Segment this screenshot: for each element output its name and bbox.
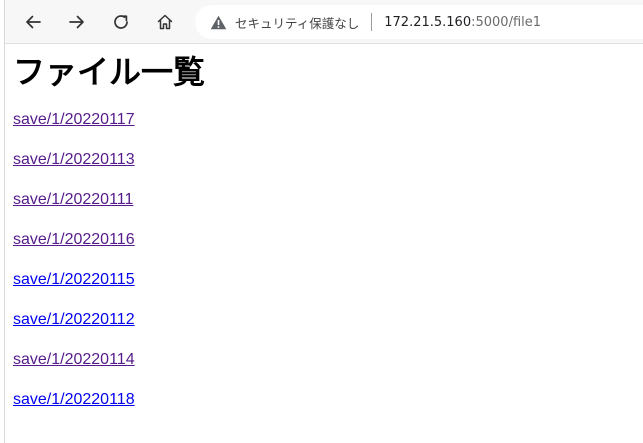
forward-icon — [69, 15, 84, 29]
file-link[interactable]: save/1/20220113 — [13, 152, 643, 192]
warning-icon[interactable] — [209, 13, 227, 31]
reload-icon — [114, 15, 128, 29]
background-window-edge — [0, 0, 5, 443]
forward-button[interactable] — [61, 6, 93, 38]
file-list: save/1/20220117 save/1/20220113 save/1/202… — [13, 112, 643, 432]
back-button[interactable] — [17, 6, 49, 38]
home-button[interactable] — [149, 6, 181, 38]
page-content: ファイル一覧 save/1/20220117 save/1/20220113 sav… — [13, 44, 643, 432]
file-link[interactable]: save/1/20220112 — [13, 312, 643, 352]
page-title: ファイル一覧 — [13, 53, 206, 91]
file-link[interactable]: save/1/20220117 — [13, 112, 643, 152]
reload-button[interactable] — [105, 6, 137, 38]
address-bar[interactable]: セキュリティ保護なし 172.21.5.160:5000/file1 — [195, 5, 643, 39]
browser-window: セキュリティ保護なし 172.21.5.160:5000/file1 ファイル一… — [0, 0, 643, 443]
file-link[interactable]: save/1/20220118 — [13, 392, 643, 432]
url-text[interactable]: 172.21.5.160:5000/file1 — [384, 15, 541, 30]
file-link[interactable]: save/1/20220116 — [13, 232, 643, 272]
url-host: 172.21.5.160 — [384, 14, 472, 30]
url-path: :5000/file1 — [471, 14, 542, 30]
address-separator — [371, 13, 373, 31]
file-link[interactable]: save/1/20220115 — [13, 272, 643, 312]
home-icon — [157, 14, 173, 30]
security-status-label[interactable]: セキュリティ保護なし — [235, 13, 359, 32]
back-icon — [26, 15, 41, 29]
browser-toolbar: セキュリティ保護なし 172.21.5.160:5000/file1 — [5, 0, 643, 44]
file-link[interactable]: save/1/20220111 — [13, 192, 643, 232]
file-link[interactable]: save/1/20220114 — [13, 352, 643, 392]
